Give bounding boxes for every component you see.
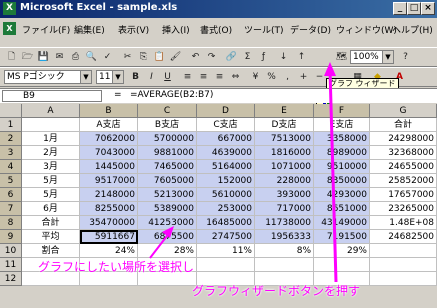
select-arrow-line xyxy=(149,231,171,259)
annotation-select: グラフにしたい場所を選択し xyxy=(38,260,195,274)
wizard-arrow-head xyxy=(324,62,336,76)
select-arrow-head xyxy=(162,226,174,238)
annotation-wizard: グラフウィザードボタンを押す xyxy=(192,284,361,298)
wizard-arrow-line xyxy=(328,69,338,283)
